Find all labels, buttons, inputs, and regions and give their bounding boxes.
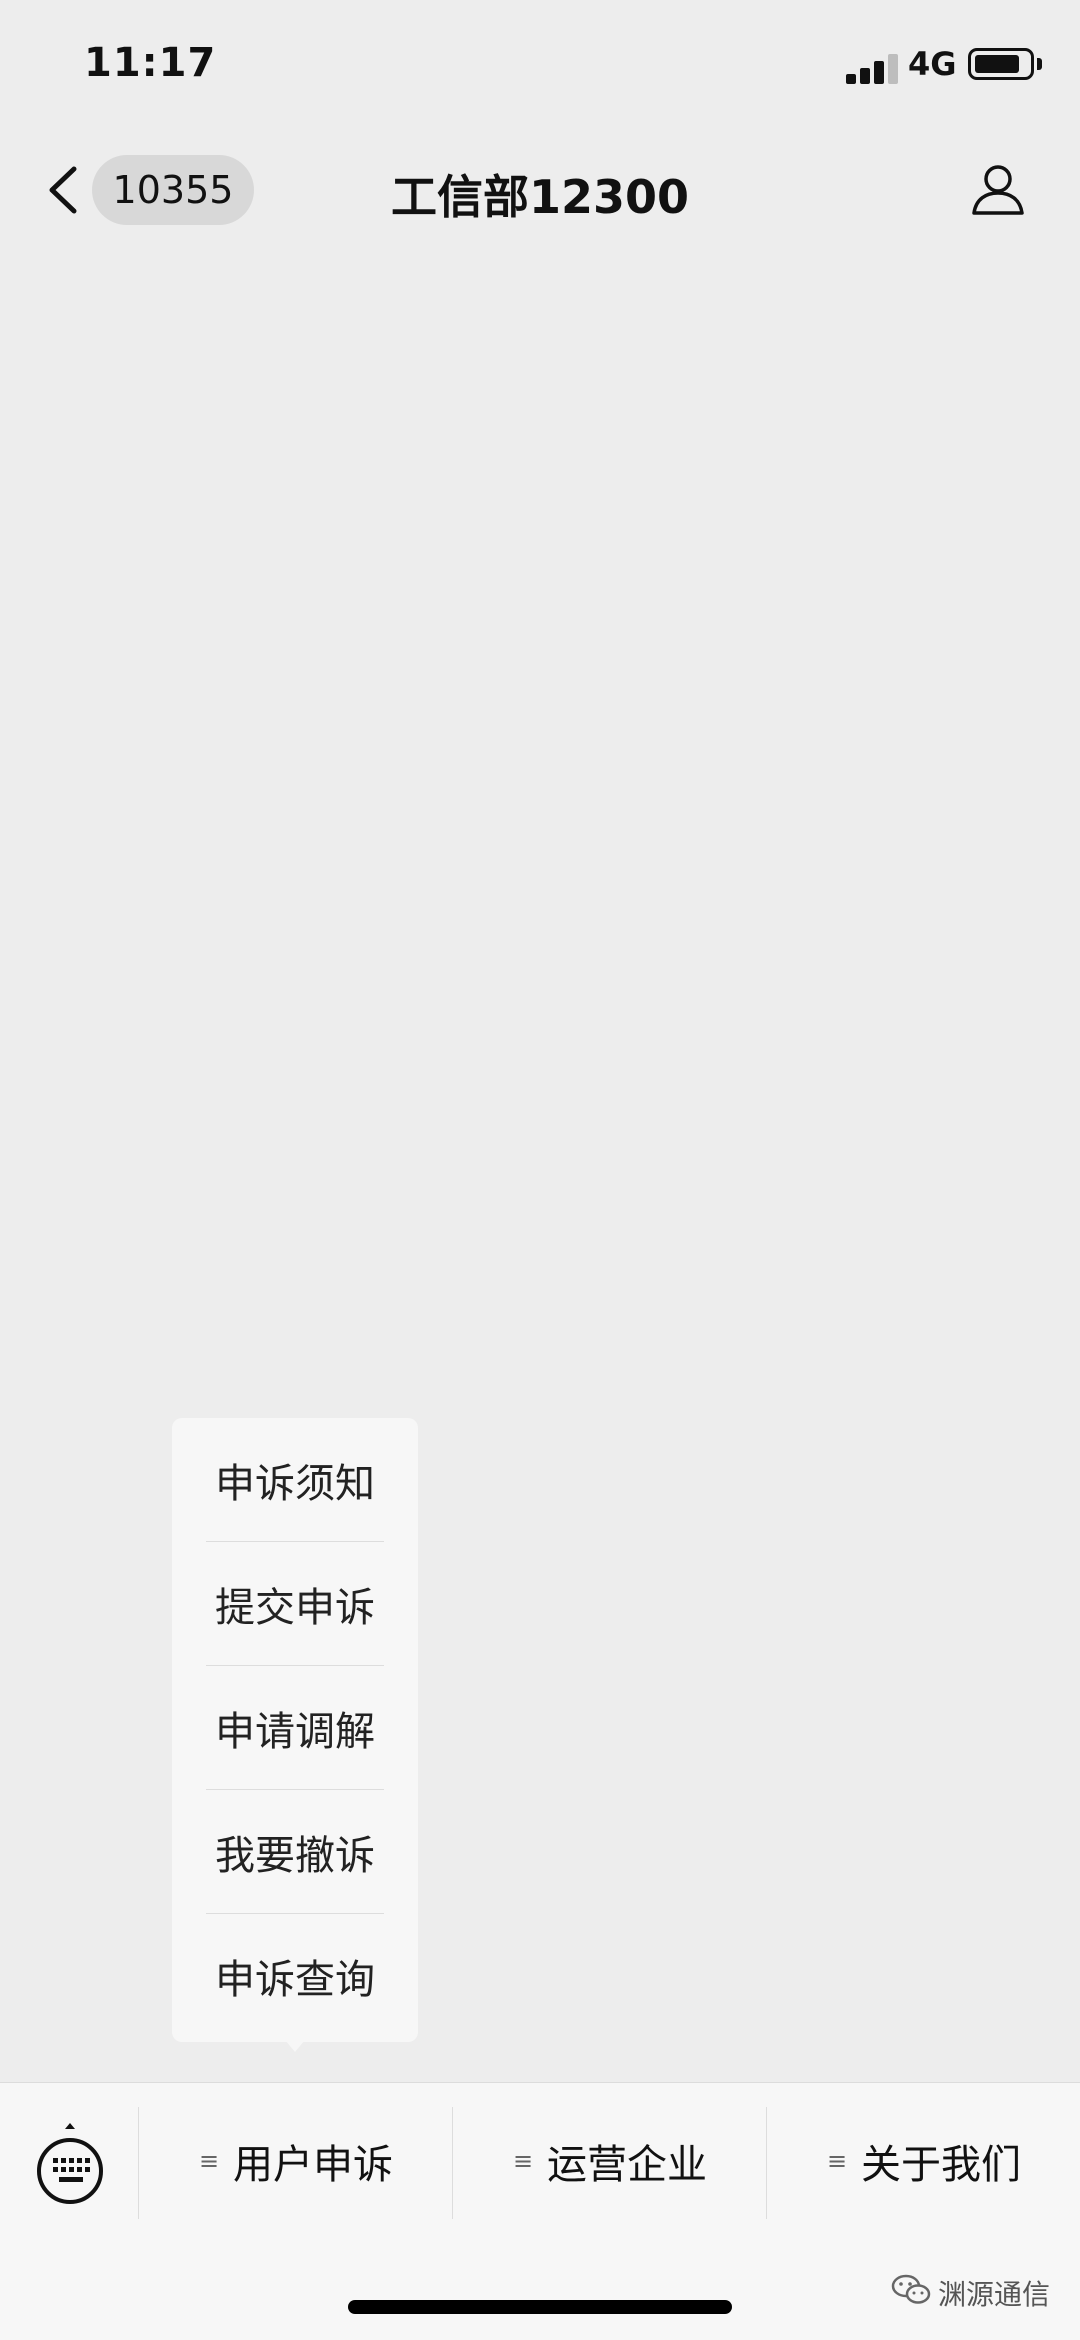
unread-count-badge[interactable]: 10355 [92,155,254,225]
menu-item-appeal-notice[interactable]: 申诉须知 [206,1418,384,1541]
wechat-icon [890,2272,932,2313]
watermark: 渊源通信 [890,2272,1050,2313]
tab-separator [766,2107,767,2219]
lines-icon: ≡ [512,2147,534,2175]
home-indicator[interactable] [348,2300,732,2314]
status-time: 11:17 [84,40,217,86]
battery-icon [968,48,1034,80]
tab-user-appeal[interactable]: ≡ 用户申诉 [140,2103,452,2219]
chevron-left-icon[interactable] [38,157,90,223]
person-icon[interactable] [968,159,1028,219]
lines-icon: ≡ [198,2147,220,2175]
tab-label: 运营企业 [547,2142,708,2188]
tab-operators[interactable]: ≡ 运营企业 [454,2103,766,2219]
tab-label: 用户申诉 [233,2142,394,2188]
tab-separator [452,2107,453,2219]
keyboard-icon[interactable] [30,2119,110,2207]
nav-bar: 10355 工信部12300 [0,135,1080,245]
menu-item-appeal-query[interactable]: 申诉查询 [206,1914,384,2037]
lines-icon: ≡ [826,2147,848,2175]
watermark-text: 渊源通信 [938,2277,1051,2311]
popup-pointer [285,2040,305,2052]
tab-label: 关于我们 [861,2142,1022,2188]
page-title: 工信部12300 [390,170,690,224]
battery-tip [1037,58,1042,70]
menu-item-withdraw-appeal[interactable]: 我要撤诉 [206,1790,384,1913]
network-type: 4G [908,45,957,83]
menu-item-submit-appeal[interactable]: 提交申诉 [206,1542,384,1665]
signal-icon [846,52,898,84]
tab-about-us[interactable]: ≡ 关于我们 [768,2103,1080,2219]
status-bar: 11:17 4G [0,0,1080,135]
submenu-popup: 申诉须知 提交申诉 申请调解 我要撤诉 申诉查询 [172,1418,418,2042]
menu-item-request-mediation[interactable]: 申请调解 [206,1666,384,1789]
tab-separator [138,2107,139,2219]
